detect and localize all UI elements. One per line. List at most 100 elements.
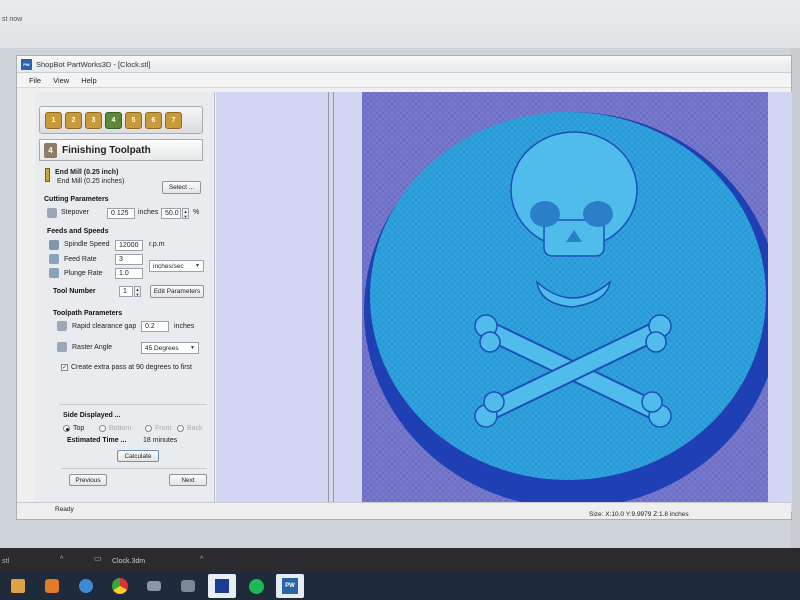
previous-button[interactable]: Previous xyxy=(69,474,107,486)
step-4-button[interactable]: 4 xyxy=(105,111,122,129)
stepover-input[interactable]: 0.125 xyxy=(107,208,135,219)
menu-help[interactable]: Help xyxy=(81,76,96,85)
taskbar: PW xyxy=(0,572,800,600)
internet-explorer-icon[interactable] xyxy=(72,574,100,598)
plunge-rate-input[interactable]: 1.0 xyxy=(115,268,143,279)
calculate-button[interactable]: Calculate xyxy=(117,450,159,462)
file-icon: ▭ xyxy=(94,554,102,563)
window-title: ShopBot PartWorks3D - [Clock.stl] xyxy=(36,59,151,69)
side-option-front[interactable]: Front xyxy=(145,425,171,432)
radio-front[interactable] xyxy=(145,425,152,432)
status-text: Ready xyxy=(55,506,74,513)
radio-back[interactable] xyxy=(177,425,184,432)
radio-top[interactable] xyxy=(63,425,70,432)
end-mill-icon xyxy=(45,168,50,182)
clearance-input[interactable]: 0.2 xyxy=(141,321,169,332)
model-size-readout: Size: X:10.0 Y:9.9979 Z:1.8 inches xyxy=(589,511,689,518)
raster-angle-icon xyxy=(57,342,67,352)
step-7-button[interactable]: 7 xyxy=(165,111,182,129)
monitor-background: st now xyxy=(0,0,800,48)
chevron-down-icon: ▼ xyxy=(190,345,195,351)
toolpath-parameters-heading: Toolpath Parameters xyxy=(53,310,123,317)
download-item-stl[interactable]: stl xyxy=(2,558,9,565)
rate-unit-select[interactable]: inches/sec ▼ xyxy=(149,260,204,272)
feeds-speeds-heading: Feeds and Speeds xyxy=(47,228,109,235)
side-option-back[interactable]: Back xyxy=(177,425,203,432)
raster-angle-select[interactable]: 45 Degrees ▼ xyxy=(141,342,199,354)
notification-fragment: st now xyxy=(2,16,23,23)
menu-view[interactable]: View xyxy=(53,76,69,85)
strategy-steps-bar: 1 2 3 4 5 6 7 xyxy=(39,106,203,134)
status-bar: Ready Size: X:10.0 Y:9.9979 Z:1.8 inches xyxy=(17,502,791,519)
cutting-parameters-heading: Cutting Parameters xyxy=(44,196,109,203)
feed-rate-icon xyxy=(49,254,59,264)
percent-symbol: % xyxy=(193,209,200,216)
step-number-badge: 4 xyxy=(44,142,57,158)
spindle-speed-unit: r.p.m xyxy=(149,241,165,248)
clearance-label: Rapid clearance gap xyxy=(72,323,137,330)
chevron-up-icon[interactable]: ^ xyxy=(200,556,203,563)
downloads-bar: stl ^ ▭ Clock.3dm ^ xyxy=(0,548,800,572)
stepover-unit: inches xyxy=(138,209,159,216)
spotify-icon[interactable] xyxy=(242,574,270,598)
toolpath-panel: 1 2 3 4 5 6 7 4 Finishing Toolpath End M… xyxy=(35,92,215,506)
game-icon[interactable] xyxy=(140,574,168,598)
section-divider xyxy=(59,404,207,405)
step-1-button[interactable]: 1 xyxy=(45,111,62,129)
raster-angle-label: Raster Angle xyxy=(72,344,113,351)
chrome-icon[interactable] xyxy=(106,574,134,598)
windows-start-icon[interactable] xyxy=(4,574,32,598)
estimated-time-label: Estimated Time ... xyxy=(67,437,127,444)
chevron-up-icon[interactable]: ^ xyxy=(60,556,63,563)
side-displayed-heading: Side Displayed ... xyxy=(63,412,121,419)
step-6-button[interactable]: 6 xyxy=(145,111,162,129)
clearance-icon xyxy=(57,321,67,331)
extra-pass-checkbox[interactable]: ✓ xyxy=(61,364,68,371)
stepover-percent-input[interactable]: 50.0 xyxy=(161,208,181,219)
panel-heading: 4 Finishing Toolpath xyxy=(39,139,203,161)
toolpath-preview-canvas[interactable] xyxy=(362,92,768,508)
app-window: PW ShopBot PartWorks3D - [Clock.stl] Fil… xyxy=(16,55,792,520)
feed-rate-label: Feed Rate xyxy=(64,256,97,263)
feed-rate-input[interactable]: 3 xyxy=(115,254,143,265)
cad-icon[interactable] xyxy=(208,574,236,598)
menu-file[interactable]: File xyxy=(29,76,41,85)
stepover-icon xyxy=(47,208,57,218)
side-option-top[interactable]: Top xyxy=(63,425,84,432)
step-2-button[interactable]: 2 xyxy=(65,111,82,129)
tool-number-input[interactable]: 1 xyxy=(119,286,133,297)
section-divider xyxy=(61,468,207,469)
media-player-icon[interactable] xyxy=(38,574,66,598)
rate-unit-value: inches/sec xyxy=(153,262,184,270)
3d-view[interactable] xyxy=(216,92,792,512)
view-splitter[interactable] xyxy=(328,92,334,512)
select-tool-button[interactable]: Select ... xyxy=(162,181,201,194)
raster-angle-value: 45 Degrees xyxy=(145,344,179,352)
spindle-icon xyxy=(49,240,59,250)
next-button[interactable]: Next xyxy=(169,474,207,486)
panel-title: Finishing Toolpath xyxy=(62,144,151,156)
spindle-speed-input[interactable]: 12000 xyxy=(115,240,143,251)
stepover-percent-spinner[interactable]: ▲ ▼ xyxy=(182,208,189,219)
tool-name: End Mill (0.25 inch) xyxy=(55,169,119,176)
tool-number-spinner[interactable]: ▲ ▼ xyxy=(134,286,141,297)
menu-bar: File View Help xyxy=(17,73,791,88)
chevron-down-icon: ▼ xyxy=(195,263,200,269)
estimated-time-value: 18 minutes xyxy=(143,437,178,444)
plunge-rate-label: Plunge Rate xyxy=(64,270,103,277)
clearance-unit: inches xyxy=(174,323,195,330)
radio-bottom[interactable] xyxy=(99,425,106,432)
stepover-label: Stepover xyxy=(61,209,90,216)
spindle-speed-label: Spindle Speed xyxy=(64,241,110,248)
plunge-rate-icon xyxy=(49,268,59,278)
tool-number-label: Tool Number xyxy=(53,288,96,295)
app-icon: PW xyxy=(21,58,32,70)
settings-icon[interactable] xyxy=(174,574,202,598)
extra-pass-label: Create extra pass at 90 degrees to first xyxy=(71,364,193,371)
step-5-button[interactable]: 5 xyxy=(125,111,142,129)
download-item-clock[interactable]: Clock.3dm xyxy=(112,558,145,565)
side-option-bottom[interactable]: Bottom xyxy=(99,425,131,432)
partworks3d-icon[interactable]: PW xyxy=(276,574,304,598)
edit-parameters-button[interactable]: Edit Parameters xyxy=(150,285,204,298)
step-3-button[interactable]: 3 xyxy=(85,111,102,129)
